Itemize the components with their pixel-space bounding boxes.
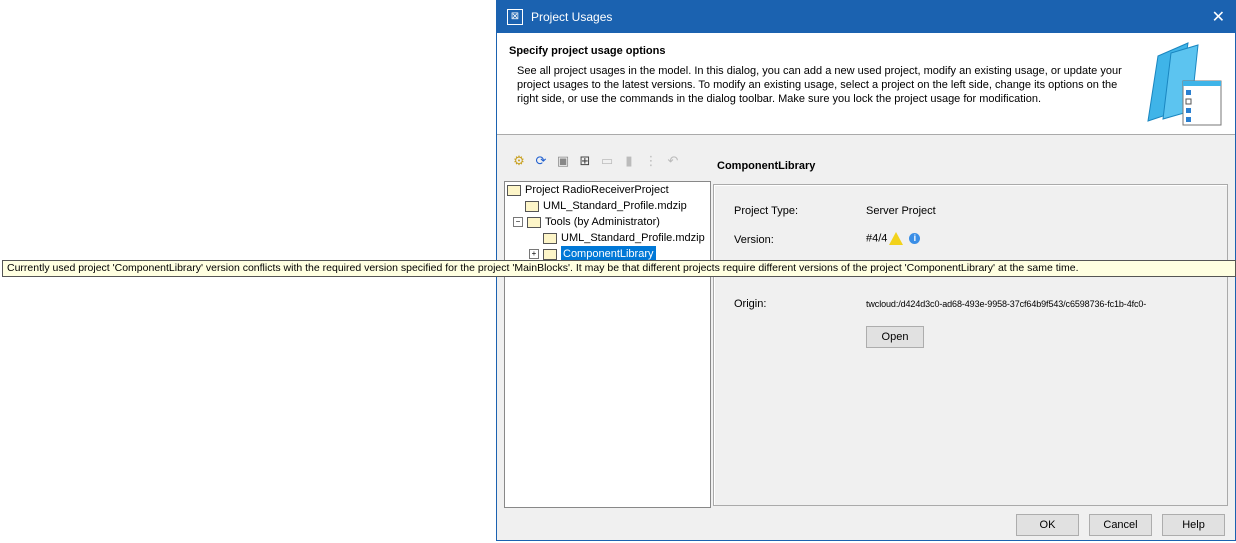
project-icon (525, 200, 539, 212)
origin-value: twcloud:/d424d3c0-ad68-493e-9958-37cf64b… (866, 299, 1147, 309)
add-usage-icon[interactable]: ⊞ (577, 153, 593, 169)
tree-node[interactable]: UML_Standard_Profile.mdzip (525, 198, 687, 214)
title-bar: ⊠ Project Usages ✕ (497, 1, 1235, 33)
warning-icon[interactable] (889, 232, 904, 245)
tree-node-label: UML_Standard_Profile.mdzip (561, 232, 705, 244)
project-icon (507, 184, 521, 196)
version-row: #4/4 i (866, 232, 921, 245)
open-button[interactable]: Open (866, 326, 924, 348)
project-tree[interactable]: Project RadioReceiverProject UML_Standar… (504, 181, 711, 508)
cancel-button[interactable]: Cancel (1089, 514, 1152, 536)
app-icon: ⊠ (507, 9, 523, 25)
undo-icon[interactable]: ↶ (665, 153, 681, 169)
dependencies-icon[interactable]: ⋮ (643, 153, 659, 169)
version-label: Version: (734, 234, 774, 246)
header-heading: Specify project usage options (509, 45, 666, 57)
info-icon[interactable]: i (909, 233, 921, 244)
tree-node[interactable]: Project RadioReceiverProject (507, 182, 669, 198)
dialog-toolbar: ⚙ ⟳ ▣ ⊞ ▭ ▮ ⋮ ↶ (511, 153, 681, 169)
project-icon (543, 248, 557, 260)
project-folder-illustration-icon (1147, 42, 1222, 126)
gear-icon[interactable]: ⚙ (511, 153, 527, 169)
version-value: #4/4 (866, 232, 888, 245)
remove-usage-icon[interactable]: ▭ (599, 153, 615, 169)
refresh-icon[interactable]: ⟳ (533, 153, 549, 169)
collapse-icon[interactable]: − (513, 217, 523, 227)
header-panel: Specify project usage options See all pr… (497, 33, 1235, 135)
tree-node-label: Project RadioReceiverProject (525, 184, 669, 196)
tree-node[interactable]: UML_Standard_Profile.mdzip (543, 230, 705, 246)
expand-icon[interactable]: + (529, 249, 539, 259)
tree-node-label: Tools (by Administrator) (545, 216, 660, 228)
project-icon (527, 216, 541, 228)
dialog-title: Project Usages (531, 10, 613, 24)
ok-button[interactable]: OK (1016, 514, 1079, 536)
tree-node[interactable]: − Tools (by Administrator) (513, 214, 660, 230)
project-type-value: Server Project (866, 205, 936, 217)
project-type-label: Project Type: (734, 205, 798, 217)
origin-label: Origin: (734, 298, 767, 310)
project-icon (543, 232, 557, 244)
details-title: ComponentLibrary (717, 160, 816, 172)
lock-icon[interactable]: ▣ (555, 153, 571, 169)
version-conflict-tooltip: Currently used project 'ComponentLibrary… (2, 260, 1236, 277)
header-description: See all project usages in the model. In … (517, 65, 1122, 105)
tree-node-label: UML_Standard_Profile.mdzip (543, 200, 687, 212)
details-panel: Project Type: Server Project Version: #4… (713, 184, 1228, 506)
import-icon[interactable]: ▮ (621, 153, 637, 169)
help-button[interactable]: Help (1162, 514, 1225, 536)
close-button[interactable]: ✕ (1212, 7, 1225, 27)
